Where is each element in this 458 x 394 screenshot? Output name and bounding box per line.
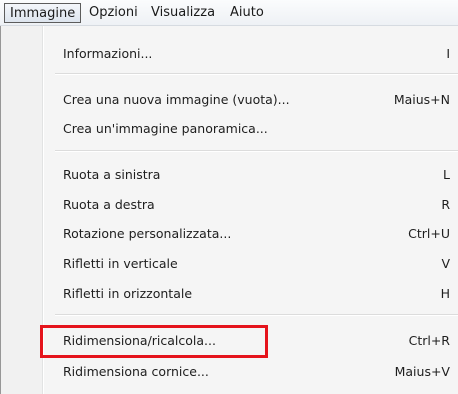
- menu-item-label: Ruota a destra: [63, 197, 155, 212]
- gutter-divider-highlight: [43, 26, 44, 394]
- menu-aiuto[interactable]: Aiuto: [230, 3, 264, 23]
- menu-item-ruota-sinistra[interactable]: Ruota a sinistra L: [55, 163, 452, 187]
- menu-item-ridimensiona-ricalcola[interactable]: Ridimensiona/ricalcola... Ctrl+R: [55, 329, 452, 353]
- menu-item-ridimensiona-cornice[interactable]: Ridimensiona cornice... Maius+V: [55, 360, 452, 384]
- menu-item-label: Crea un'immagine panoramica...: [63, 121, 268, 136]
- menu-item-label: Ridimensiona cornice...: [63, 364, 209, 379]
- menu-item-label: Ridimensiona/ricalcola...: [63, 333, 216, 348]
- menu-item-shortcut: L: [443, 167, 450, 182]
- menu-immagine[interactable]: Immagine: [4, 3, 82, 23]
- screenshot-root: Immagine Opzioni Visualizza Aiuto Inform…: [0, 0, 458, 394]
- menu-separator: [55, 73, 458, 75]
- menu-item-shortcut: Ctrl+R: [408, 333, 450, 348]
- menu-item-rotazione-personalizzata[interactable]: Rotazione personalizzata... Ctrl+U: [55, 222, 452, 246]
- menu-item-ruota-destra[interactable]: Ruota a destra R: [55, 193, 452, 217]
- menu-item-label: Rotazione personalizzata...: [63, 226, 232, 241]
- menu-item-shortcut: Maius+V: [394, 364, 450, 379]
- menu-separator: [55, 314, 458, 316]
- immagine-dropdown-menu: Informazioni... I Crea una nuova immagin…: [0, 26, 458, 394]
- menu-item-shortcut: Ctrl+U: [408, 226, 450, 241]
- menu-item-shortcut: Maius+N: [393, 92, 450, 107]
- menu-separator: [55, 150, 458, 152]
- menu-item-shortcut: R: [441, 197, 450, 212]
- menu-visualizza[interactable]: Visualizza: [151, 3, 215, 23]
- menu-item-rifletti-orizzontale[interactable]: Rifletti in orizzontale H: [55, 282, 452, 306]
- menu-item-rifletti-verticale[interactable]: Rifletti in verticale V: [55, 252, 452, 276]
- menu-item-crea-nuova-immagine[interactable]: Crea una nuova immagine (vuota)... Maius…: [55, 88, 452, 112]
- menu-opzioni[interactable]: Opzioni: [89, 3, 138, 23]
- menu-item-label: Informazioni...: [63, 46, 153, 61]
- menu-item-label: Rifletti in orizzontale: [63, 286, 193, 301]
- menu-item-informazioni[interactable]: Informazioni... I: [55, 42, 452, 66]
- menu-item-label: Rifletti in verticale: [63, 256, 178, 271]
- menu-item-shortcut: V: [441, 256, 450, 271]
- menu-item-crea-panoramica[interactable]: Crea un'immagine panoramica...: [55, 117, 452, 141]
- menu-item-shortcut: I: [446, 46, 450, 61]
- menu-icon-gutter: [1, 26, 42, 394]
- menu-item-shortcut: H: [440, 286, 450, 301]
- menu-bar: Immagine Opzioni Visualizza Aiuto: [0, 0, 458, 26]
- menu-item-label: Ruota a sinistra: [63, 167, 161, 182]
- menu-item-label: Crea una nuova immagine (vuota)...: [63, 92, 290, 107]
